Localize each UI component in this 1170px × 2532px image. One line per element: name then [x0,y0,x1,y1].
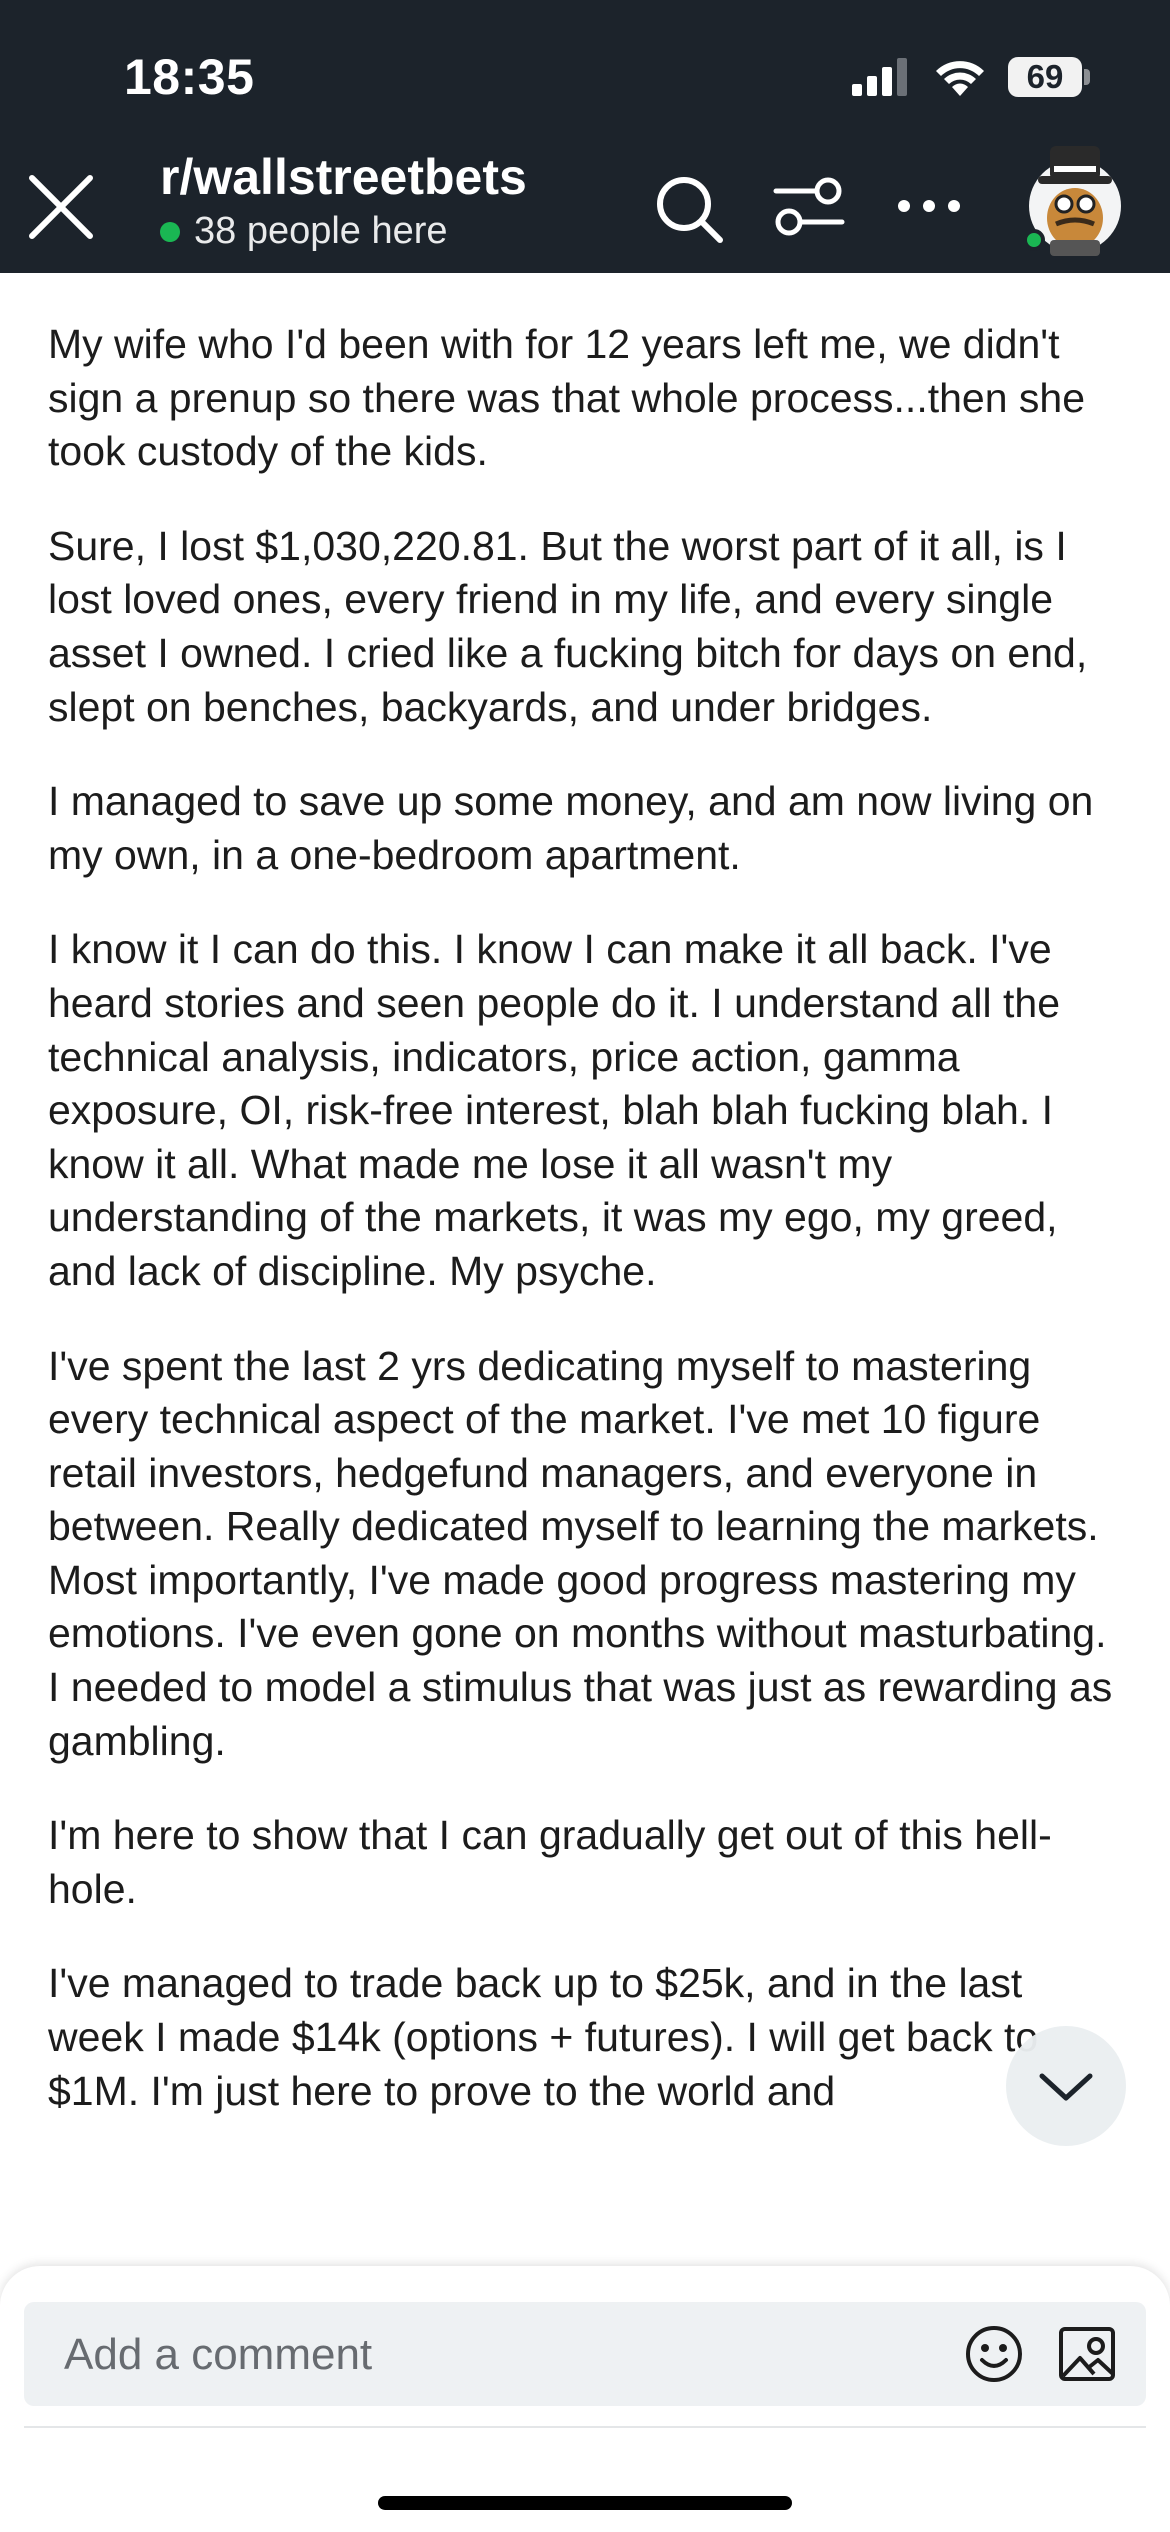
close-icon[interactable] [24,170,98,244]
search-icon[interactable] [652,172,726,246]
online-count: 38 people here [160,210,448,253]
chevron-down-icon [1039,2073,1093,2101]
more-icon[interactable] [892,186,966,226]
online-dot [160,221,180,242]
battery-indicator: 69 [1008,57,1090,97]
post-paragraph: I managed to save up some money, and am … [48,778,1094,878]
post-paragraph: I've managed to trade back up to $25k, a… [48,1960,1039,2114]
avatar[interactable] [1020,140,1130,258]
comment-input[interactable]: Add a comment [24,2302,1146,2406]
comment-placeholder: Add a comment [64,2330,373,2379]
post-paragraph: I've spent the last 2 yrs dedicating mys… [48,1342,1113,1764]
home-indicator [378,2496,792,2510]
cellular-signal-icon [852,58,907,96]
battery-level: 69 [1008,57,1082,97]
post-paragraph: I'm here to show that I can gradually ge… [48,1812,1052,1912]
online-text: 38 people here [194,210,448,252]
post-paragraph: I know it I can do this. I know I can ma… [48,926,1061,1294]
post-paragraph: Sure, I lost $1,030,220.81. But the wors… [48,522,1088,730]
subreddit-name[interactable]: r/wallstreetbets [160,148,527,206]
post-body: My wife who I'd been with for 12 years l… [48,318,1128,2159]
status-time: 18:35 [124,49,255,105]
emoji-icon[interactable] [964,2324,1024,2384]
wifi-icon [936,61,984,96]
divider [24,2426,1146,2428]
filter-icon[interactable] [772,174,846,240]
comment-bar: Add a comment [0,2266,1170,2532]
scroll-down-button[interactable] [1006,2026,1126,2146]
image-icon[interactable] [1058,2324,1116,2384]
post-paragraph: My wife who I'd been with for 12 years l… [48,321,1086,475]
battery-tip [1084,69,1090,85]
top-bar: 18:35 69 r/wallstreetbets 38 people here [0,0,1170,273]
